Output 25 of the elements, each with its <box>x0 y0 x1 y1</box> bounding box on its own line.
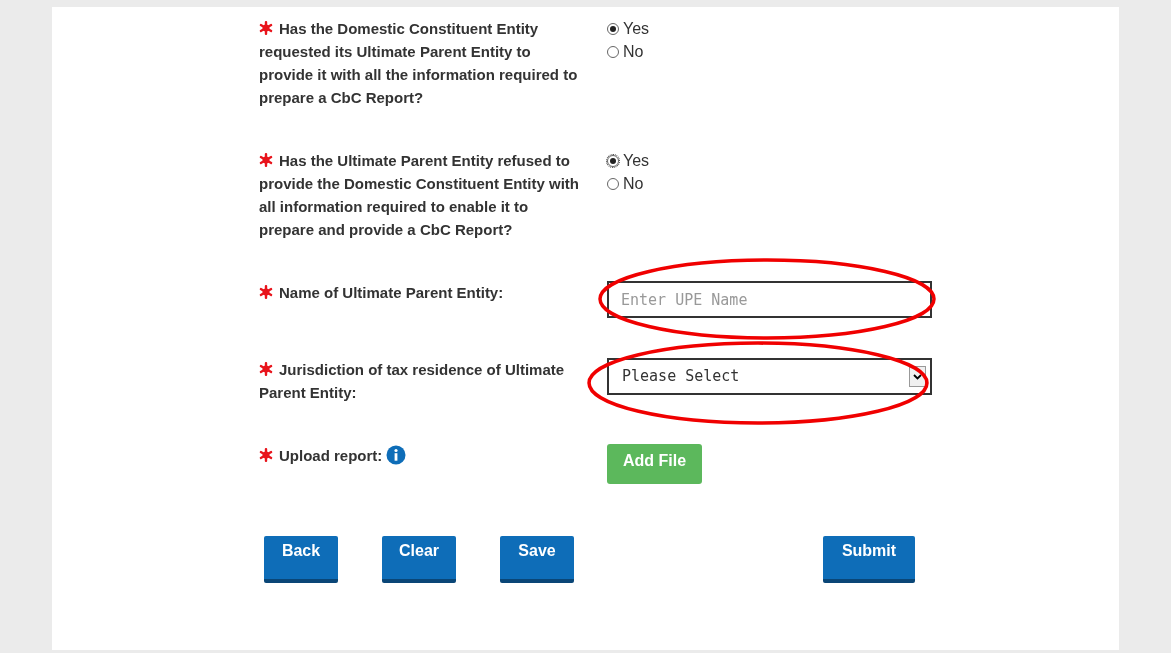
question-label: Jurisdiction of tax residence of Ultimate Parent Entity: <box>259 360 566 403</box>
required-asterisk-icon <box>259 448 273 462</box>
radio-button[interactable] <box>607 177 619 190</box>
form-button[interactable]: Back <box>264 536 338 583</box>
radio-button[interactable] <box>607 154 619 167</box>
required-asterisk-icon <box>259 21 273 35</box>
name-input-field[interactable]: Enter UPE Name <box>607 281 932 318</box>
submit-button[interactable]: Submit <box>823 536 915 583</box>
info-icon <box>386 445 407 465</box>
form-button[interactable]: Save <box>500 536 574 583</box>
radio-button[interactable] <box>607 22 619 35</box>
radio-option[interactable]: Yes <box>607 149 650 172</box>
radio-option[interactable]: No <box>607 40 650 63</box>
question-label: Has the Domestic Constituent Entity requested its Ultimate Parent Entity to provide it with all the information required to prepare a CbC Report? <box>259 19 579 108</box>
question-label: Name of Ultimate Parent Entity: <box>259 281 504 304</box>
radio-option[interactable]: Yes <box>607 17 650 40</box>
radio-option[interactable]: No <box>607 172 650 195</box>
form-button[interactable]: Clear <box>382 536 456 583</box>
radio-button[interactable] <box>607 45 619 58</box>
required-asterisk-icon <box>259 362 273 376</box>
question-label: Upload report: <box>259 444 383 467</box>
required-asterisk-icon <box>259 153 273 167</box>
question-label: Has the Ultimate Parent Entity refused to provide the Domestic Constituent Entity with all information required to enable it to prepare and provide a CbC Report? <box>259 151 581 240</box>
required-asterisk-icon <box>259 285 273 299</box>
jurisdiction-select[interactable]: Please Select <box>607 358 932 395</box>
